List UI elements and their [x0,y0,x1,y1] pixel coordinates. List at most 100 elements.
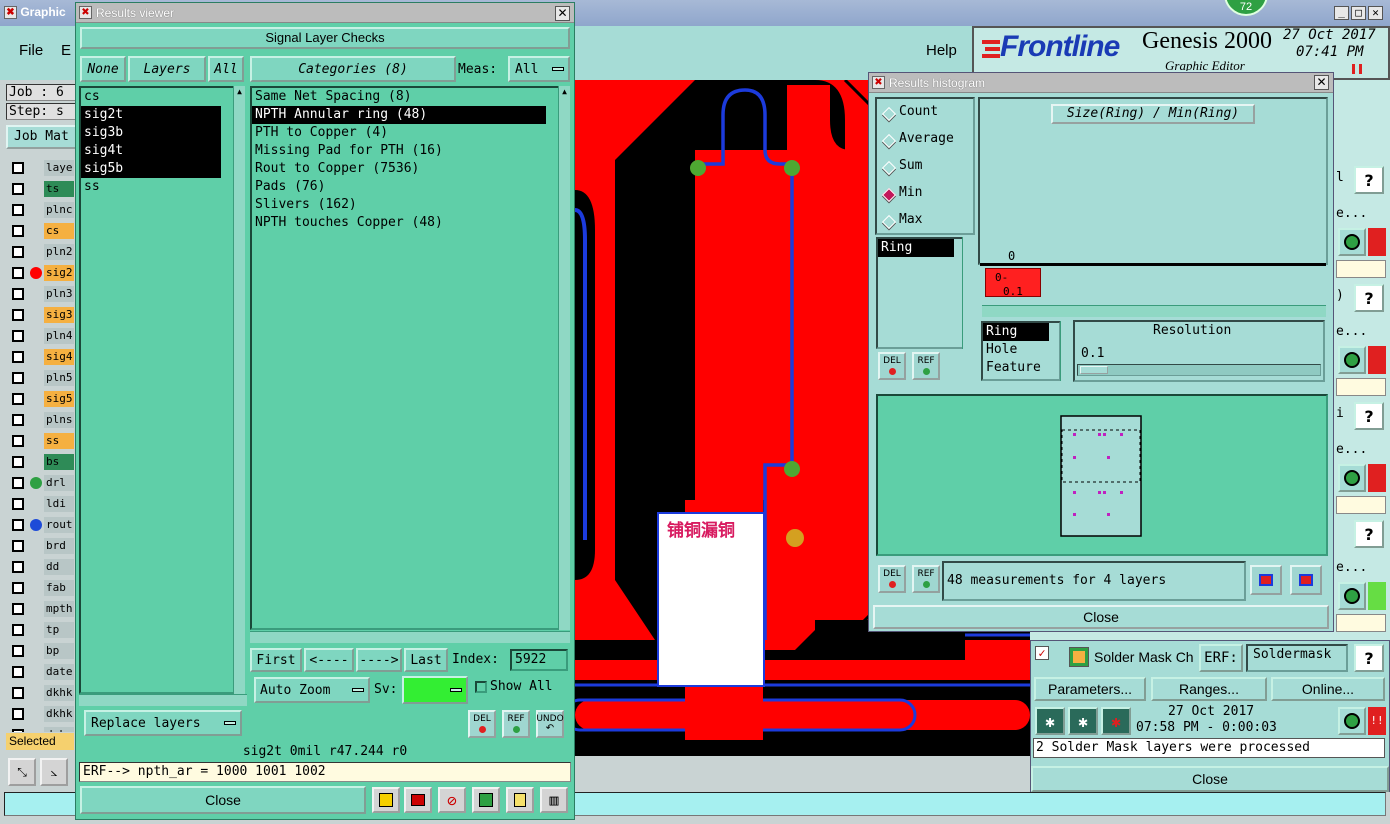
layers-list[interactable]: cs sig2t sig3b sig4t sig5b ss [79,86,235,694]
histogram-ref-button[interactable]: REF [912,352,940,380]
parameters-button[interactable]: Parameters... [1034,677,1146,701]
size-option-item[interactable]: Feature [983,359,1049,377]
close-window-icon[interactable]: ✕ [1368,6,1383,20]
ranges-button[interactable]: Ranges... [1151,677,1267,701]
layer-row[interactable]: fab [10,580,74,596]
zoom-selected-button[interactable] [1290,565,1322,595]
toolbar-icon-5[interactable] [506,787,534,813]
ref-button[interactable]: REF [502,710,530,738]
right-panel-zoom-button[interactable] [1338,228,1366,256]
layers-list-scrollbar[interactable]: ▲ [233,86,245,694]
layer-checkbox[interactable] [12,414,24,426]
last-button[interactable]: Last [404,648,448,672]
size-list-item[interactable]: Ring [878,239,954,257]
histogram-icon-button[interactable]: ▥ [540,787,568,813]
layer-row[interactable]: bp [10,643,74,659]
layer-row[interactable]: ts [10,181,74,197]
layer-row[interactable]: dwk [10,727,74,732]
results-viewer-close-icon[interactable]: ✕ [555,6,570,21]
show-all-checkbox[interactable] [475,681,487,693]
mode-radio-icon[interactable] [881,160,897,176]
size-options-list[interactable]: Ring Hole Feature [981,321,1061,381]
layer-row[interactable]: mpth [10,601,74,617]
layer-row[interactable]: pln2 [10,244,74,260]
layer-row[interactable]: sig2 [10,265,74,281]
solder-mask-zoom-button[interactable] [1338,707,1366,735]
solder-mask-checkbox[interactable]: ✓ [1035,646,1049,660]
layer-list-item[interactable]: ss [81,178,221,196]
layers-list-hscrollbar[interactable] [79,694,247,706]
layer-checkbox[interactable] [12,603,24,615]
layer-list-item[interactable]: sig3b [81,124,221,142]
layer-row[interactable]: ldi [10,496,74,512]
right-panel-zoom-button[interactable] [1338,346,1366,374]
layer-row[interactable]: pln3 [10,286,74,302]
layer-checkbox[interactable] [12,624,24,636]
layer-row[interactable]: tp [10,622,74,638]
layer-row[interactable]: pln5 [10,370,74,386]
layer-row[interactable]: laye [10,160,74,176]
layer-list-item[interactable]: cs [81,88,221,106]
category-list-item[interactable]: Missing Pad for PTH (16) [252,142,546,160]
layers-button[interactable]: Layers [128,56,206,82]
layer-list-item[interactable]: sig5b [81,160,221,178]
layer-checkbox[interactable] [12,288,24,300]
layer-row[interactable]: rout [10,517,74,533]
sv-color-select[interactable] [402,676,468,704]
histogram-ref-button-2[interactable]: REF [912,565,940,593]
layer-row[interactable]: dkhk [10,706,74,722]
menu-file[interactable]: File [19,42,43,59]
layer-checkbox[interactable] [12,477,24,489]
layer-checkbox[interactable] [12,351,24,363]
resolution-slider-thumb[interactable] [1080,366,1108,374]
layer-row[interactable]: bs [10,454,74,470]
undo-button[interactable]: UNDO ↶ [536,710,564,738]
size-list[interactable]: Ring [876,237,964,349]
minimize-icon[interactable]: _ [1334,6,1349,20]
layer-row[interactable]: plns [10,412,74,428]
resolution-slider[interactable] [1077,364,1321,376]
mode-radio-icon[interactable] [881,133,897,149]
category-list-item[interactable]: Pads (76) [252,178,546,196]
right-panel-help-button[interactable]: ? [1354,520,1384,548]
right-panel-zoom-button[interactable] [1338,582,1366,610]
zoom-to-results-button[interactable] [1250,565,1282,595]
layer-checkbox[interactable] [12,267,24,279]
job-matrix-button[interactable]: Job Mat [6,125,78,149]
layer-checkbox[interactable] [12,708,24,720]
categories-list[interactable]: Same Net Spacing (8) NPTH Annular ring (4… [250,86,560,630]
layer-row[interactable]: date [10,664,74,680]
results-viewer-close-button[interactable]: Close [80,786,366,814]
category-list-item[interactable]: NPTH touches Copper (48) [252,214,546,232]
next-button[interactable]: ----> [356,648,402,672]
all-layers-button[interactable]: All [208,56,244,82]
layer-checkbox[interactable] [12,204,24,216]
layer-checkbox[interactable] [12,456,24,468]
layer-row[interactable]: pln4 [10,328,74,344]
layer-checkbox[interactable] [12,498,24,510]
category-list-item[interactable]: PTH to Copper (4) [252,124,546,142]
layer-row[interactable]: drl [10,475,74,491]
replace-layers-button[interactable]: Replace layers [84,710,242,736]
category-list-item[interactable]: Same Net Spacing (8) [252,88,546,106]
menu-help[interactable]: Help [926,42,957,59]
scroll-up-icon[interactable]: ▲ [234,86,245,98]
layer-checkbox[interactable] [12,330,24,342]
layer-row[interactable]: plnc [10,202,74,218]
size-option-item[interactable]: Ring [983,323,1049,341]
histogram-del-button-2[interactable]: DEL [878,565,906,593]
layer-list-item[interactable]: sig2t [81,106,221,124]
menu-edit[interactable]: E [61,42,71,59]
histogram-del-button[interactable]: DEL [878,352,906,380]
layer-row[interactable]: sig4 [10,349,74,365]
layer-checkbox[interactable] [12,729,24,732]
measure-tool-icon[interactable]: ⦣ [40,758,68,786]
layer-checkbox[interactable] [12,582,24,594]
toolbar-icon-3[interactable]: ⊘ [438,787,466,813]
layer-checkbox[interactable] [12,393,24,405]
none-button[interactable]: None [80,56,126,82]
results-viewer-titlebar[interactable]: ✖ Results viewer [76,3,574,23]
layer-row[interactable]: cs [10,223,74,239]
layer-checkbox[interactable] [12,183,24,195]
layer-checkbox[interactable] [12,162,24,174]
